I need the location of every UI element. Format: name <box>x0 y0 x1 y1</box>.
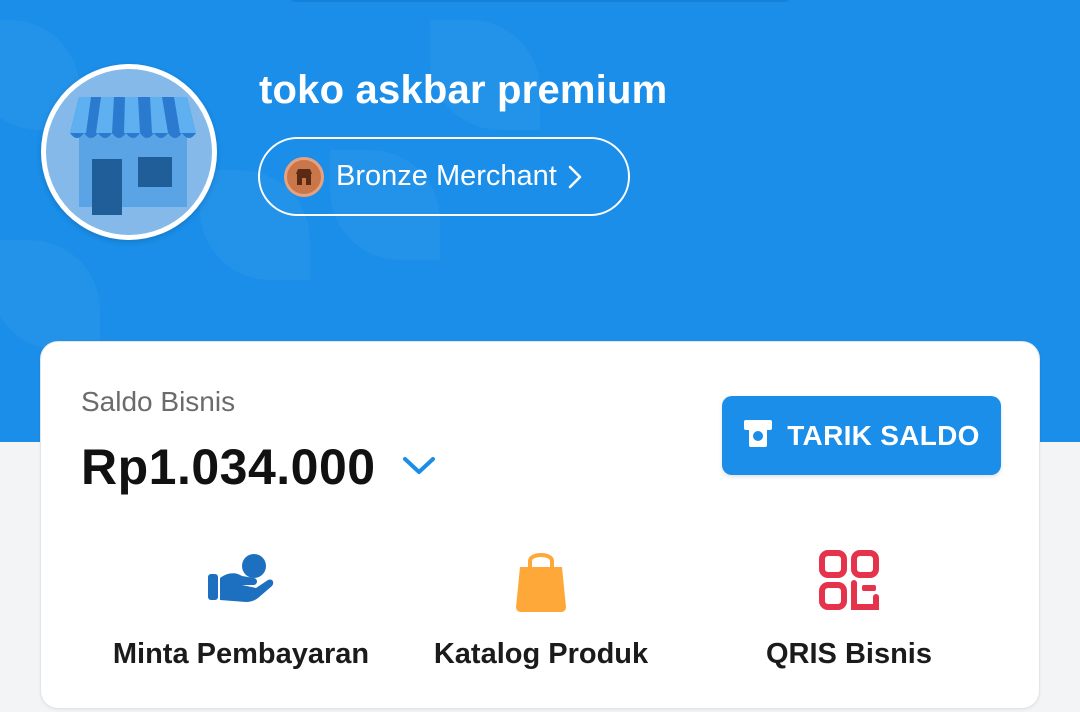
balance-card: Saldo Bisnis Rp1.034.000 TARIK SALDO Min… <box>40 341 1040 709</box>
qris-icon <box>818 549 880 616</box>
bronze-badge-icon <box>284 156 324 197</box>
product-catalog-label: Katalog Produk <box>433 638 649 670</box>
chevron-right-icon <box>567 164 583 190</box>
store-icon <box>46 69 212 235</box>
top-handle <box>288 0 792 2</box>
balance-label: Saldo Bisnis <box>81 386 236 417</box>
merchant-tier-button[interactable]: Bronze Merchant <box>258 137 630 216</box>
merchant-tier-label: Bronze Merchant <box>336 160 557 192</box>
withdraw-icon <box>743 418 773 453</box>
store-avatar[interactable] <box>41 64 217 240</box>
background-pattern <box>0 240 100 350</box>
balance-amount: Rp1.034.000 <box>81 439 376 495</box>
shopping-bag-icon <box>514 547 568 618</box>
request-payment-label: Minta Pembayaran <box>112 638 370 670</box>
qris-label: QRIS Bisnis <box>766 638 932 670</box>
qris-action[interactable]: QRIS Bisnis <box>689 542 1009 682</box>
hand-coin-icon <box>206 552 276 613</box>
request-payment-action[interactable]: Minta Pembayaran <box>81 542 401 682</box>
product-catalog-action[interactable]: Katalog Produk <box>381 542 701 682</box>
store-name: toko askbar premium <box>259 68 668 112</box>
chevron-down-icon[interactable] <box>399 450 439 482</box>
withdraw-label: TARIK SALDO <box>787 419 980 451</box>
withdraw-button[interactable]: TARIK SALDO <box>722 396 1001 475</box>
